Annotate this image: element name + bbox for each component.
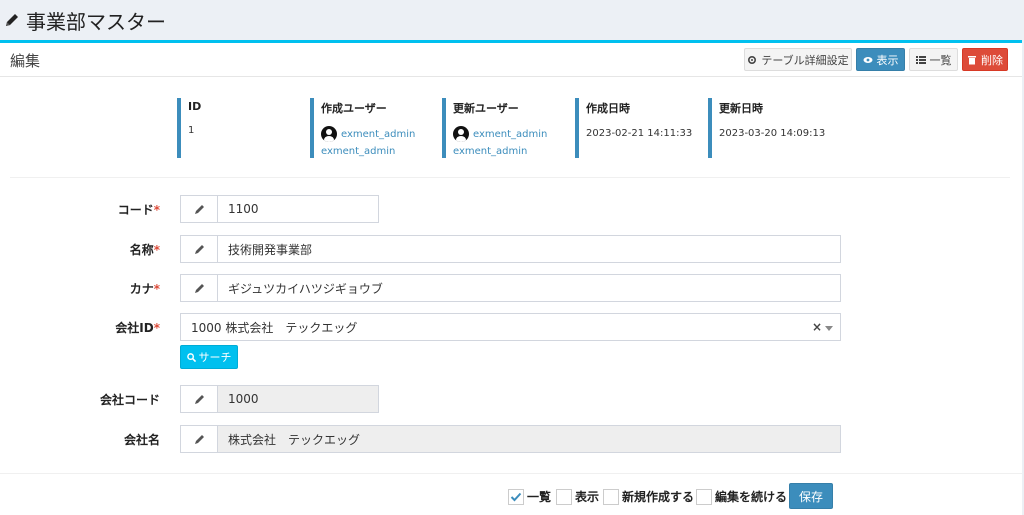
checkbox-unchecked[interactable] [556, 488, 572, 505]
save-button[interactable]: 保存 [789, 483, 833, 509]
created-user-link[interactable]: exment_admin [341, 129, 415, 140]
list-icon [915, 55, 926, 64]
created-user-sub-link[interactable]: exment_admin [321, 146, 435, 157]
pencil-icon [180, 274, 218, 302]
meta-created-user: 作成ユーザー exment_admin exment_admin [310, 98, 435, 158]
meta-updated-at-value: 2023-03-20 14:09:13 [719, 128, 826, 139]
meta-created-at-label: 作成日時 [586, 102, 630, 115]
company-name-row: 会社名 株式会社 テックエッグ [0, 425, 1022, 453]
checkbox-checked[interactable] [508, 488, 524, 505]
eye-icon [863, 56, 872, 63]
list-label: 一覧 [929, 53, 952, 67]
code-label: コード* [117, 203, 160, 217]
delete-label: 削除 [981, 53, 1003, 67]
table-settings-button[interactable]: テーブル詳細設定 [744, 48, 852, 71]
table-settings-label: テーブル詳細設定 [761, 53, 849, 67]
view-button[interactable]: 表示 [856, 48, 905, 71]
company-code-label: 会社コード [99, 393, 160, 407]
kana-row: カナ* ギジュツカイハツジギョウブ [0, 274, 1022, 302]
checkbox-label: 編集を続ける [715, 490, 788, 504]
meta-updated-at-label: 更新日時 [719, 102, 763, 115]
search-icon [186, 352, 196, 362]
name-label: 名称* [129, 243, 160, 257]
meta-created-at: 作成日時 2023-02-21 14:11:33 [575, 98, 700, 158]
view-label: 表示 [876, 53, 899, 67]
meta-updated-at: 更新日時 2023-03-20 14:09:13 [708, 98, 833, 158]
company-id-select[interactable]: 1000 株式会社 テックエッグ × [180, 313, 841, 341]
pencil-icon [6, 14, 18, 26]
delete-button[interactable]: 削除 [962, 48, 1008, 71]
checkbox-label: 表示 [575, 490, 600, 504]
company-id-label: 会社ID* [115, 321, 160, 335]
meta-created-at-value: 2023-02-21 14:11:33 [586, 128, 693, 139]
code-input[interactable]: 1100 [217, 195, 379, 223]
after-save-create-checkbox[interactable]: 新規作成する [603, 488, 694, 505]
box-header: 編集 テーブル詳細設定 表示 一覧 削除 [0, 43, 1022, 77]
chevron-down-icon[interactable] [825, 326, 833, 331]
updated-user: exment_admin [453, 126, 567, 142]
company-name-label: 会社名 [123, 433, 160, 447]
box-title: 編集 [10, 52, 41, 70]
code-row: コード* 1100 [0, 195, 1022, 223]
checkbox-unchecked[interactable] [696, 488, 712, 505]
checkbox-label: 新規作成する [622, 490, 695, 504]
gear-icon [748, 55, 757, 64]
name-row: 名称* 技術開発事業部 [0, 235, 1022, 263]
kana-input[interactable]: ギジュツカイハツジギョウブ [217, 274, 841, 302]
list-button[interactable]: 一覧 [909, 48, 958, 71]
clear-icon[interactable]: × [812, 320, 822, 334]
avatar-icon [321, 126, 337, 142]
checkbox-unchecked[interactable] [603, 488, 619, 505]
after-save-view-checkbox[interactable]: 表示 [556, 488, 599, 505]
meta-updated-user: 更新ユーザー exment_admin exment_admin [442, 98, 567, 158]
pencil-icon [180, 195, 218, 223]
meta-created-user-label: 作成ユーザー [321, 102, 387, 115]
after-save-continue-checkbox[interactable]: 編集を続ける [696, 488, 787, 505]
meta-id-value: 1 [188, 125, 195, 136]
page-title: 事業部マスター [26, 9, 166, 34]
pencil-icon [180, 385, 218, 413]
search-button[interactable]: サーチ [180, 345, 238, 369]
divider [10, 177, 1010, 178]
pencil-icon [180, 425, 218, 453]
company-id-row: 会社ID* 1000 株式会社 テックエッグ × [0, 313, 1022, 341]
company-code-input: 1000 [217, 385, 379, 413]
meta-id: ID 1 [177, 98, 302, 158]
trash-icon [968, 55, 976, 64]
after-save-list-checkbox[interactable]: 一覧 [508, 488, 551, 505]
search-label: サーチ [198, 351, 232, 364]
avatar-icon [453, 126, 469, 142]
meta-updated-user-label: 更新ユーザー [453, 102, 519, 115]
updated-user-link[interactable]: exment_admin [473, 129, 547, 140]
check-icon [510, 492, 522, 501]
checkbox-label: 一覧 [527, 490, 552, 504]
company-name-input: 株式会社 テックエッグ [217, 425, 841, 453]
kana-label: カナ* [129, 282, 160, 296]
updated-user-sub-link[interactable]: exment_admin [453, 146, 567, 157]
page-header: 事業部マスター [0, 0, 1024, 40]
pencil-icon [180, 235, 218, 263]
name-input[interactable]: 技術開発事業部 [217, 235, 841, 263]
form-footer: 一覧 表示 新規作成する 編集を続ける 保存 [0, 473, 1022, 515]
created-user: exment_admin [321, 126, 435, 142]
company-id-value: 1000 株式会社 テックエッグ [191, 320, 358, 335]
edit-box: 編集 テーブル詳細設定 表示 一覧 削除 ID 1 作成ユーザー exment_… [0, 40, 1022, 515]
company-code-row: 会社コード 1000 [0, 385, 1022, 413]
meta-id-label: ID [188, 100, 202, 113]
